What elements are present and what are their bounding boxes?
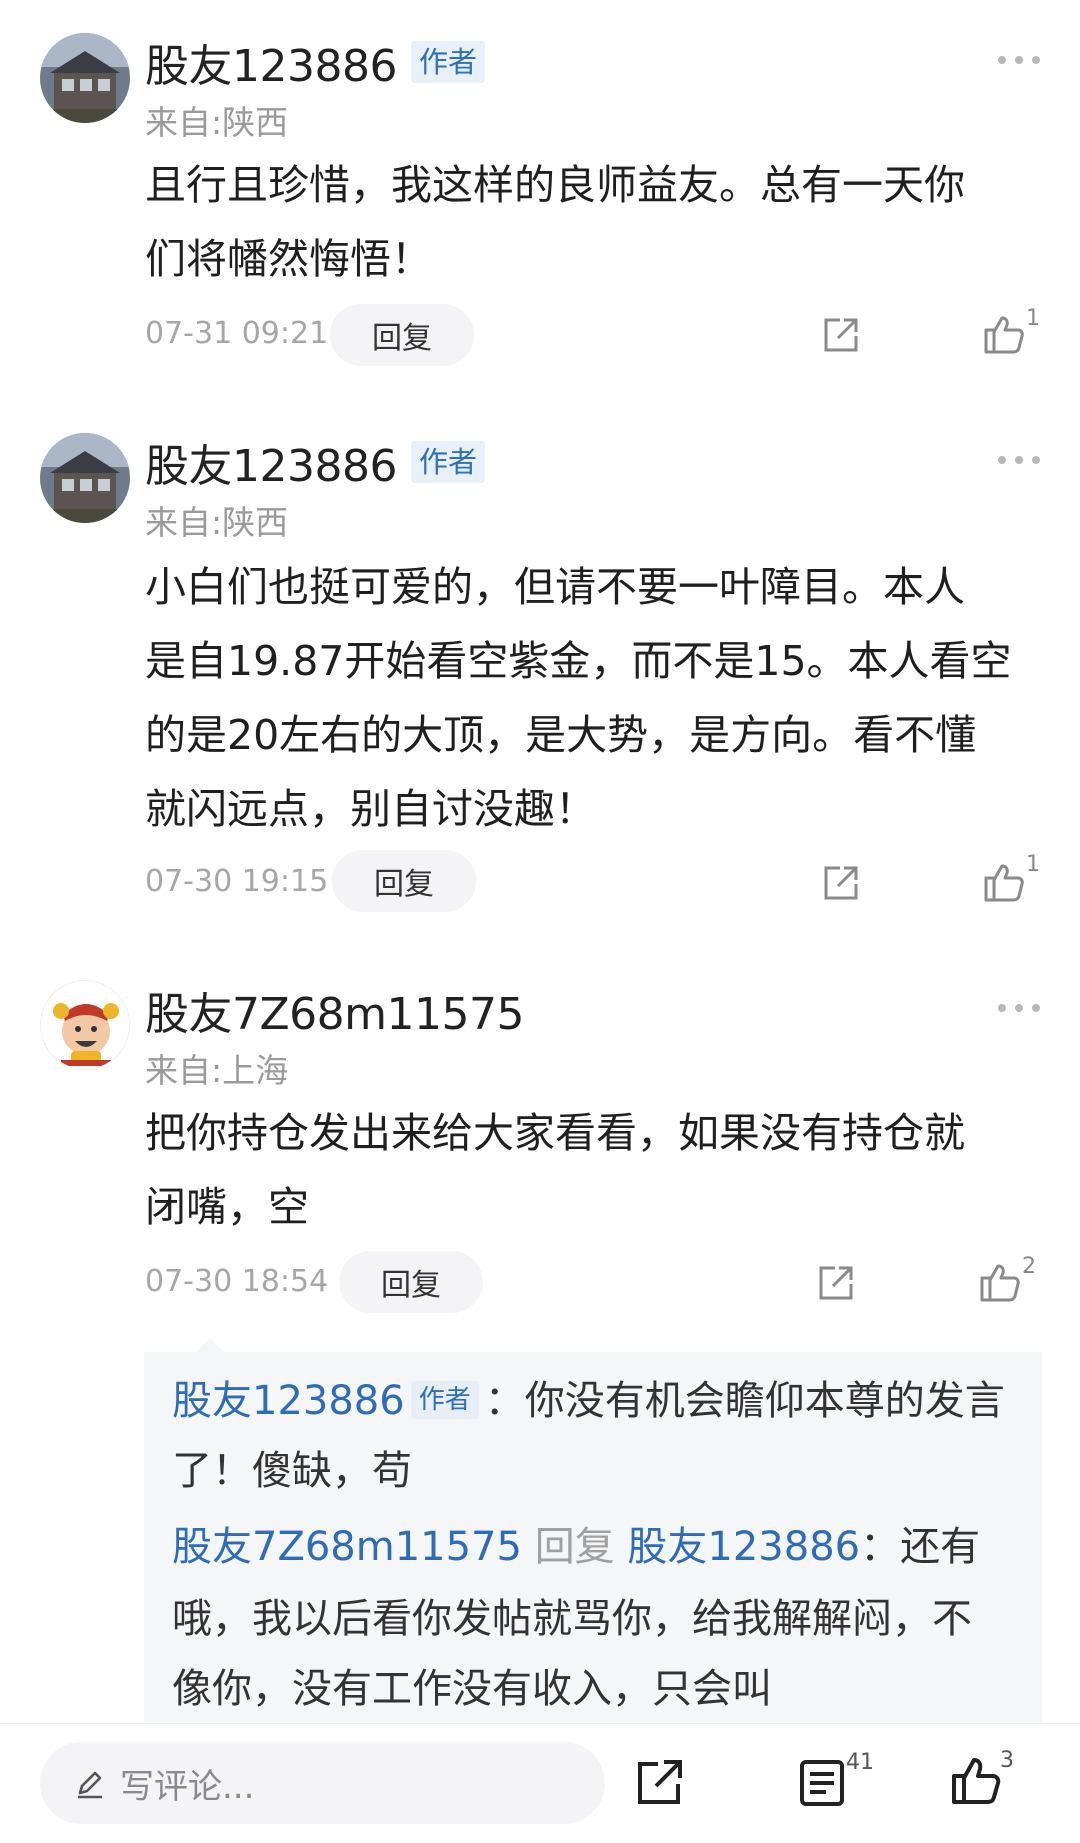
reply-button[interactable]: 回复: [332, 850, 476, 912]
location-label: 来自:陕西: [145, 103, 289, 142]
timestamp: 07-31 09:21: [145, 316, 329, 351]
reply-word: 回复: [534, 1524, 615, 1570]
comment-placeholder: 写评论...: [120, 1766, 255, 1807]
comment-text: 且行且珍惜，我这样的良师益友。总有一天你 们将幡然悔悟！: [145, 148, 1045, 296]
thumbs-up-icon[interactable]: [982, 312, 1026, 356]
author-badge: 作者: [410, 1381, 479, 1419]
comment-text-line: 们将幡然悔悟！: [145, 235, 432, 283]
share-icon[interactable]: [815, 1262, 857, 1304]
reply-author-name[interactable]: 股友123886: [172, 1378, 405, 1424]
author-badge: 作者: [410, 441, 485, 483]
reply-author-name[interactable]: 股友7Z68m11575: [172, 1524, 522, 1570]
comment-text-line: 闭嘴，空: [145, 1183, 309, 1231]
bottom-action-bar: 写评论... 41 3: [0, 1723, 1080, 1843]
thumbs-up-icon[interactable]: [978, 1260, 1022, 1304]
reply-1: 股友123886 作者 ：你没有机会瞻仰本尊的发言: [172, 1366, 1022, 1436]
comment-text: 小白们也挺可爱的，但请不要一叶障目。本人 是自19.87开始看空紫金，而不是15…: [145, 550, 1045, 846]
timestamp: 07-30 19:15: [145, 864, 329, 899]
location-label: 来自:上海: [145, 1051, 289, 1090]
reply-target-name[interactable]: 股友123886: [627, 1524, 860, 1570]
share-icon[interactable]: [820, 862, 862, 904]
like-count: 1: [1026, 306, 1040, 331]
timestamp: 07-30 18:54: [145, 1264, 329, 1299]
reply-1-cont: 了！傻缺，苟: [172, 1448, 412, 1494]
avatar[interactable]: [40, 980, 130, 1070]
write-comment-input[interactable]: 写评论...: [40, 1742, 605, 1824]
comment-text-line: 小白们也挺可爱的，但请不要一叶障目。本人: [145, 563, 965, 611]
pencil-icon: [78, 1771, 102, 1799]
reply-text: ：还有: [860, 1524, 981, 1570]
commenter-name[interactable]: 股友7Z68m11575: [145, 978, 524, 1042]
comment-text-line: 且行且珍惜，我这样的良师益友。总有一天你: [145, 161, 965, 209]
author-badge: 作者: [410, 41, 485, 83]
share-icon[interactable]: [634, 1756, 686, 1808]
reply-button[interactable]: 回复: [330, 304, 474, 366]
reply-button[interactable]: 回复: [339, 1251, 483, 1313]
comment-text-line: 把你持仓发出来给大家看看，如果没有持仓就: [145, 1109, 965, 1157]
commenter-name[interactable]: 股友123886: [145, 30, 397, 94]
more-dots-icon[interactable]: [998, 456, 1040, 468]
avatar[interactable]: [40, 433, 130, 523]
comment-list-icon[interactable]: [796, 1756, 848, 1808]
avatar[interactable]: [40, 33, 130, 123]
comment-count: 41: [846, 1750, 874, 1775]
reply-text: ：你没有机会瞻仰本尊的发言: [484, 1378, 1005, 1424]
more-dots-icon[interactable]: [998, 1004, 1040, 1016]
reply-thread: 股友123886 作者 ：你没有机会瞻仰本尊的发言 了！傻缺，苟 股友7Z68m11…: [144, 1338, 1042, 1732]
comment-text-line: 的是20左右的大顶，是大势，是方向。看不懂: [145, 711, 977, 759]
thumbs-up-icon[interactable]: [982, 860, 1026, 904]
like-count: 2: [1022, 1254, 1036, 1279]
share-icon[interactable]: [820, 314, 862, 356]
location-label: 来自:陕西: [145, 503, 289, 542]
thumbs-up-icon[interactable]: [950, 1754, 1002, 1806]
like-count: 3: [1000, 1748, 1014, 1773]
comment-text-line: 就闪远点，别自讨没趣！: [145, 785, 596, 833]
comment-text: 把你持仓发出来给大家看看，如果没有持仓就 闭嘴，空: [145, 1096, 1045, 1244]
like-count: 1: [1026, 852, 1040, 877]
reply-2: 股友7Z68m11575 回复 股友123886：还有: [172, 1512, 1022, 1582]
comment-text-line: 是自19.87开始看空紫金，而不是15。本人看空: [145, 637, 1012, 685]
commenter-name[interactable]: 股友123886: [145, 430, 397, 494]
reply-2-cont: 哦，我以后看你发帖就骂你，给我解解闷，不: [172, 1596, 972, 1642]
reply-2-cont: 像你，没有工作没有收入，只会叫: [172, 1666, 772, 1712]
more-dots-icon[interactable]: [998, 56, 1040, 68]
